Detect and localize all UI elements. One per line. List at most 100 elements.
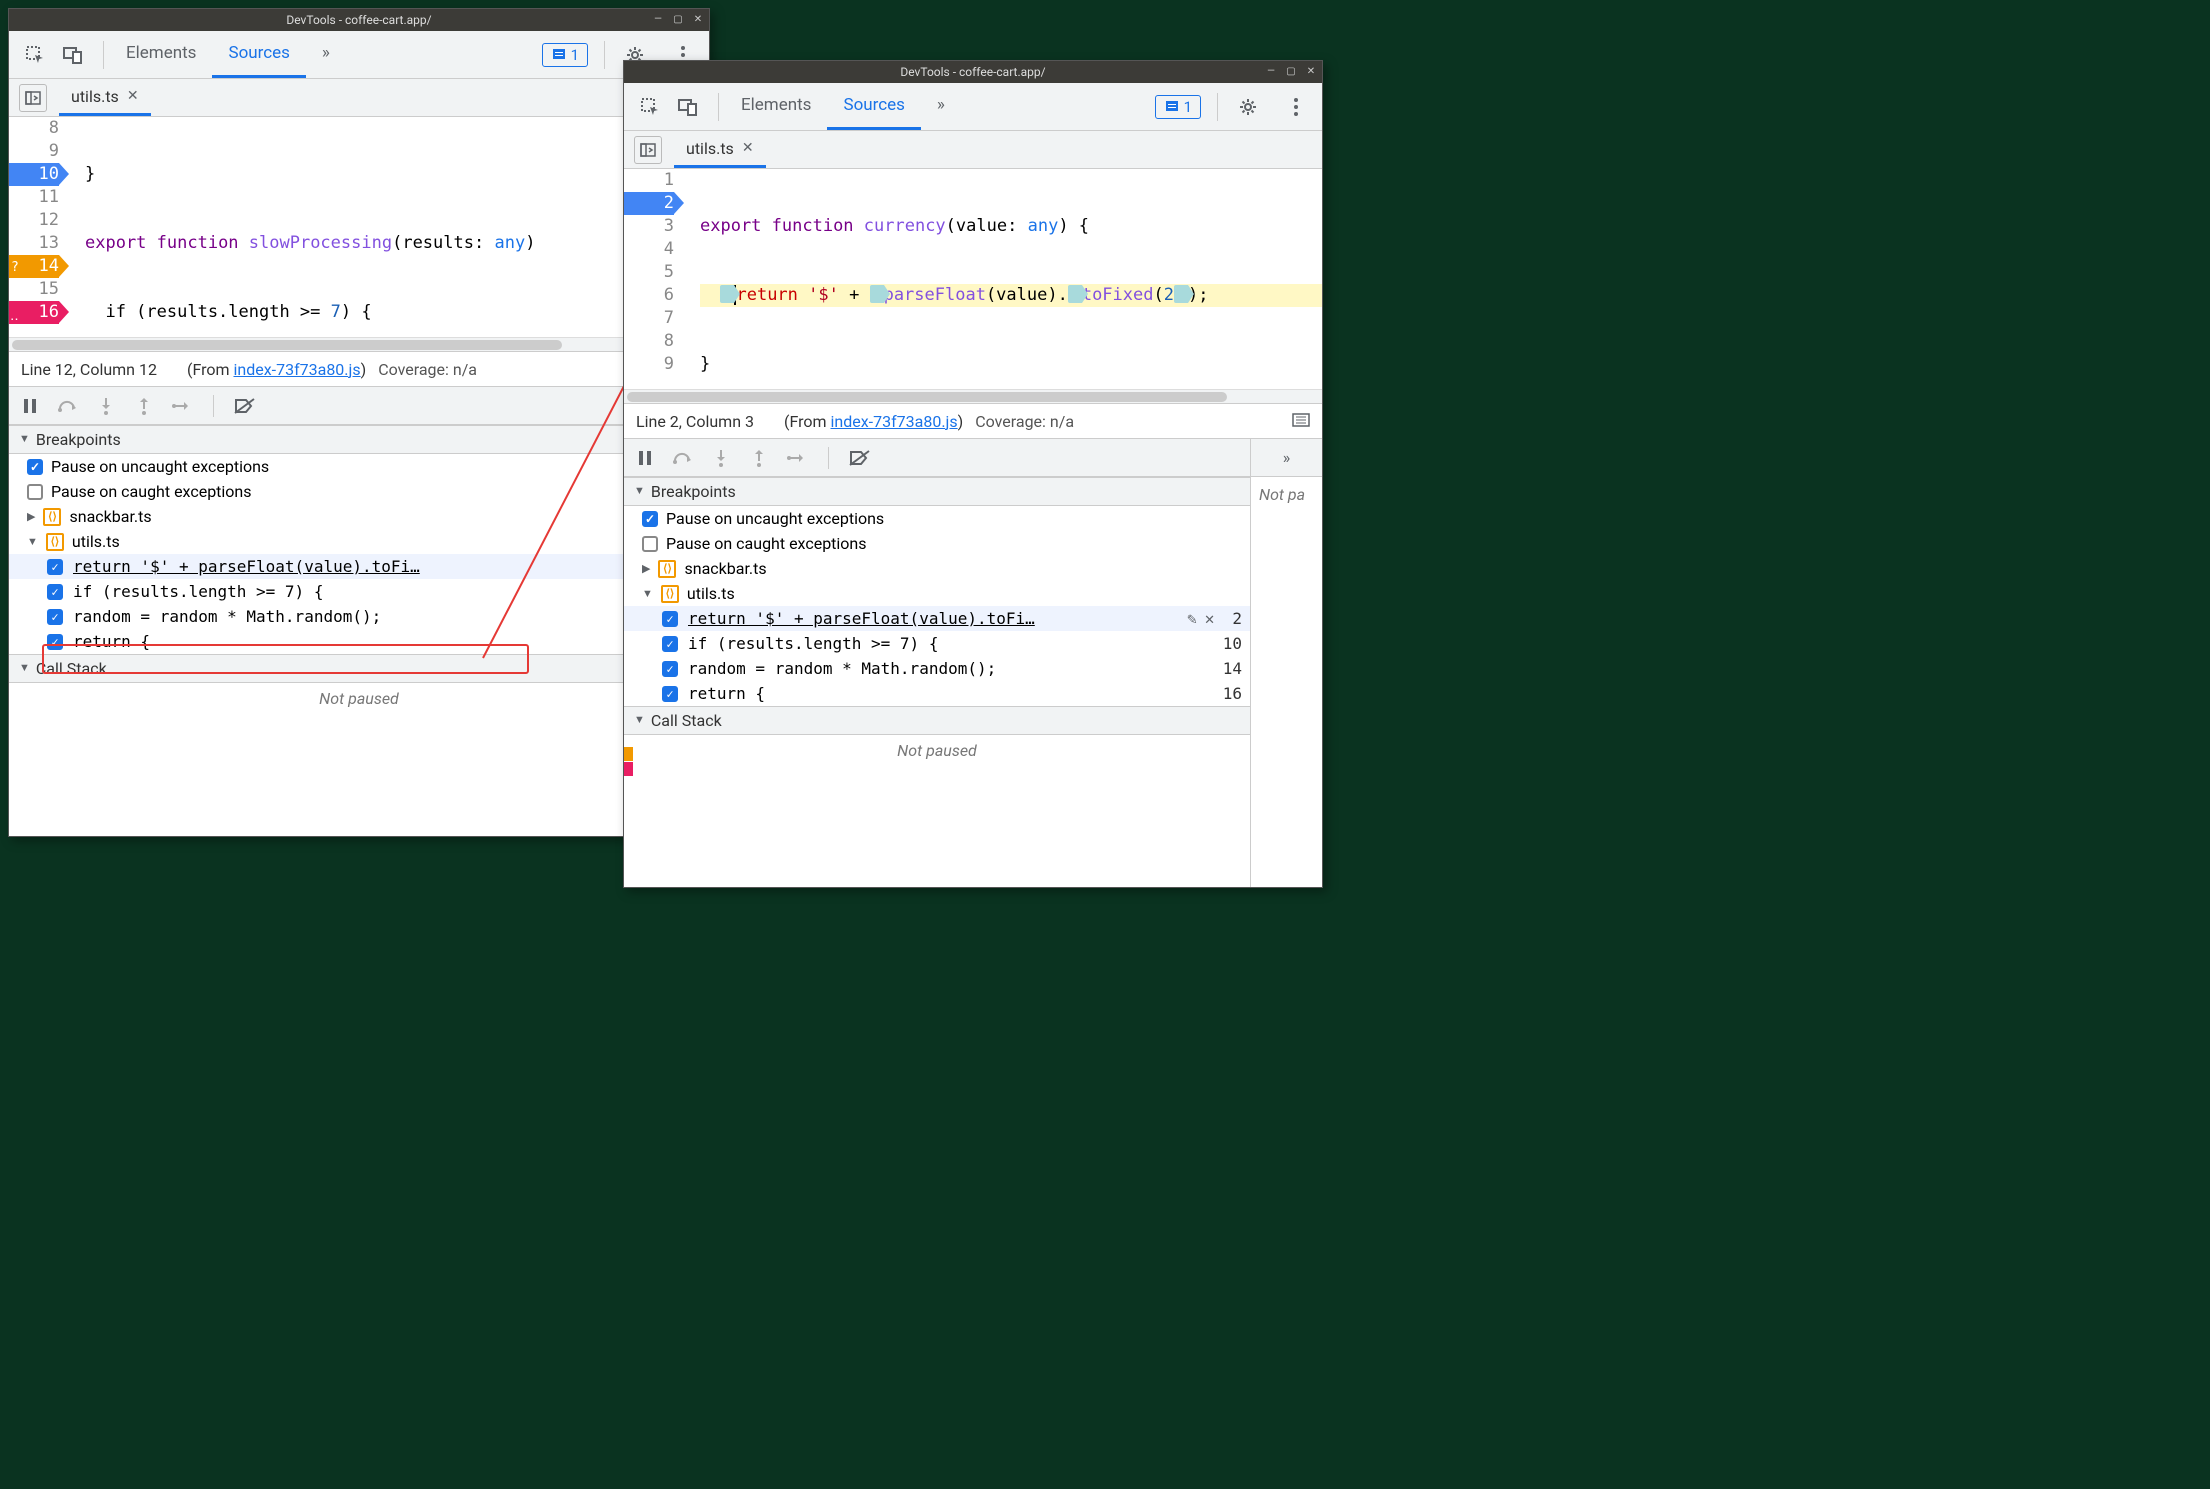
line-number[interactable]: 13 — [9, 232, 59, 255]
checkbox[interactable] — [47, 559, 63, 575]
expand-icon[interactable]: » — [1251, 439, 1322, 477]
code-area[interactable]: } export function slowProcessing(results… — [69, 117, 709, 337]
checkbox[interactable] — [662, 636, 678, 652]
line-number[interactable]: 9 — [624, 353, 674, 376]
checkbox[interactable] — [662, 611, 678, 627]
code-editor[interactable]: 8 9 10 11 12 13 ?14 15 ‥16 } export func… — [9, 117, 709, 337]
close-icon[interactable]: ✕ — [691, 12, 705, 26]
breakpoints-section-header[interactable]: ▼Breakpoints — [9, 425, 709, 454]
inspect-icon[interactable] — [636, 93, 664, 121]
step-out-icon[interactable] — [133, 395, 155, 417]
breakpoint-text[interactable]: return '$' + parseFloat(value).toFi… — [73, 557, 636, 576]
tab-sources[interactable]: Sources — [212, 31, 305, 78]
pause-uncaught-row[interactable]: Pause on uncaught exceptions — [9, 454, 709, 479]
line-number[interactable]: 9 — [9, 140, 59, 163]
close-icon[interactable]: ✕ — [1304, 64, 1318, 78]
minimize-icon[interactable]: — — [1264, 64, 1278, 78]
breakpoints-section-header[interactable]: ▼Breakpoints — [624, 477, 1250, 506]
breakpoint-text[interactable]: if (results.length >= 7) { — [688, 634, 1205, 653]
gutter[interactable]: 8 9 10 11 12 13 ?14 15 ‥16 — [9, 117, 69, 337]
breakpoint-item[interactable]: return {16 — [624, 681, 1250, 706]
checkbox[interactable] — [27, 484, 43, 500]
breakpoints-file-header[interactable]: ▶⟨⟩snackbar.ts — [9, 504, 709, 529]
breakpoint-item[interactable]: return {16 — [9, 629, 709, 654]
step-over-icon[interactable] — [57, 395, 79, 417]
breakpoint-item[interactable]: if (results.length >= 7) {10 — [624, 631, 1250, 656]
deactivate-breakpoints-icon[interactable] — [234, 395, 256, 417]
breakpoint-text[interactable]: random = random * Math.random(); — [73, 607, 664, 626]
line-number[interactable]: 15 — [9, 278, 59, 301]
checkbox[interactable] — [47, 584, 63, 600]
step-icon[interactable] — [786, 447, 808, 469]
checkbox[interactable] — [662, 686, 678, 702]
close-file-icon[interactable]: ✕ — [127, 88, 139, 104]
breakpoint-marker[interactable]: 2 — [624, 192, 674, 215]
breakpoints-file-header[interactable]: ▼⟨⟩utils.ts — [9, 529, 709, 554]
breakpoints-file-header[interactable]: ▶⟨⟩snackbar.ts — [624, 556, 1250, 581]
pause-caught-row[interactable]: Pause on caught exceptions — [624, 531, 1250, 556]
callstack-section-header[interactable]: ▼Call Stack — [624, 706, 1250, 735]
line-number[interactable]: 7 — [624, 307, 674, 330]
checkbox[interactable] — [47, 634, 63, 650]
line-number[interactable]: 6 — [624, 284, 674, 307]
line-number[interactable]: 12 — [9, 209, 59, 232]
tab-elements[interactable]: Elements — [110, 31, 212, 78]
line-number[interactable]: 3 — [624, 215, 674, 238]
inline-breakpoint-icon[interactable] — [870, 285, 884, 303]
tab-more[interactable]: » — [306, 31, 346, 78]
file-tab-utils[interactable]: utils.ts ✕ — [674, 131, 766, 168]
inline-breakpoint-icon[interactable] — [1174, 285, 1188, 303]
callstack-section-header[interactable]: ▼Call Stack — [9, 654, 709, 683]
breakpoint-item[interactable]: return '$' + parseFloat(value).toFi…✎✕2 — [624, 606, 1250, 631]
sourcemap-link[interactable]: index-73f73a80.js — [233, 360, 360, 379]
breakpoint-text[interactable]: if (results.length >= 7) { — [73, 582, 664, 601]
step-into-icon[interactable] — [95, 395, 117, 417]
tab-more[interactable]: » — [921, 83, 961, 130]
issues-badge[interactable]: 1 — [1155, 95, 1201, 119]
line-number[interactable]: 8 — [9, 117, 59, 140]
pause-uncaught-row[interactable]: Pause on uncaught exceptions — [624, 506, 1250, 531]
pause-icon[interactable] — [19, 395, 41, 417]
tab-sources[interactable]: Sources — [827, 83, 920, 130]
maximize-icon[interactable]: ▢ — [671, 12, 685, 26]
device-icon[interactable] — [674, 93, 702, 121]
gear-icon[interactable] — [1234, 93, 1262, 121]
file-tab-utils[interactable]: utils.ts ✕ — [59, 79, 151, 116]
inspect-icon[interactable] — [21, 41, 49, 69]
breakpoint-text[interactable]: return { — [688, 684, 1205, 703]
pause-caught-row[interactable]: Pause on caught exceptions — [9, 479, 709, 504]
breakpoint-text[interactable]: return { — [73, 632, 664, 651]
device-icon[interactable] — [59, 41, 87, 69]
breakpoint-item[interactable]: random = random * Math.random();14 — [9, 604, 709, 629]
breakpoint-item[interactable]: if (results.length >= 7) {10 — [9, 579, 709, 604]
navigator-toggle-icon[interactable] — [634, 136, 662, 164]
tab-elements[interactable]: Elements — [725, 83, 827, 130]
checkbox[interactable] — [642, 511, 658, 527]
close-file-icon[interactable]: ✕ — [742, 140, 754, 156]
step-icon[interactable] — [171, 395, 193, 417]
line-number[interactable]: 5 — [624, 261, 674, 284]
breakpoints-file-header[interactable]: ▼⟨⟩utils.ts — [624, 581, 1250, 606]
step-out-icon[interactable] — [748, 447, 770, 469]
breakpoint-item[interactable]: return '$' + parseFloat(value).toFi…✎✕2 — [9, 554, 709, 579]
list-icon[interactable] — [1292, 412, 1310, 431]
line-number[interactable]: 4 — [624, 238, 674, 261]
breakpoint-marker[interactable]: 10 — [9, 163, 59, 186]
maximize-icon[interactable]: ▢ — [1284, 64, 1298, 78]
step-over-icon[interactable] — [672, 447, 694, 469]
inline-breakpoint-icon[interactable] — [1068, 285, 1082, 303]
checkbox[interactable] — [642, 536, 658, 552]
issues-badge[interactable]: 1 — [542, 43, 588, 67]
conditional-breakpoint-marker[interactable]: ?14 — [9, 255, 59, 278]
kebab-icon[interactable] — [1282, 93, 1310, 121]
minimize-icon[interactable]: — — [651, 12, 665, 26]
horizontal-scrollbar[interactable] — [9, 337, 709, 351]
horizontal-scrollbar[interactable] — [624, 389, 1322, 403]
code-editor[interactable]: 1 2 3 4 5 6 7 8 9 export function curren… — [624, 169, 1322, 389]
pause-icon[interactable] — [634, 447, 656, 469]
remove-icon[interactable]: ✕ — [1205, 609, 1215, 628]
code-area[interactable]: export function currency(value: any) { r… — [684, 169, 1322, 389]
logpoint-marker[interactable]: ‥16 — [9, 301, 59, 324]
line-number[interactable]: 1 — [624, 169, 674, 192]
edit-icon[interactable]: ✎ — [1187, 609, 1197, 628]
